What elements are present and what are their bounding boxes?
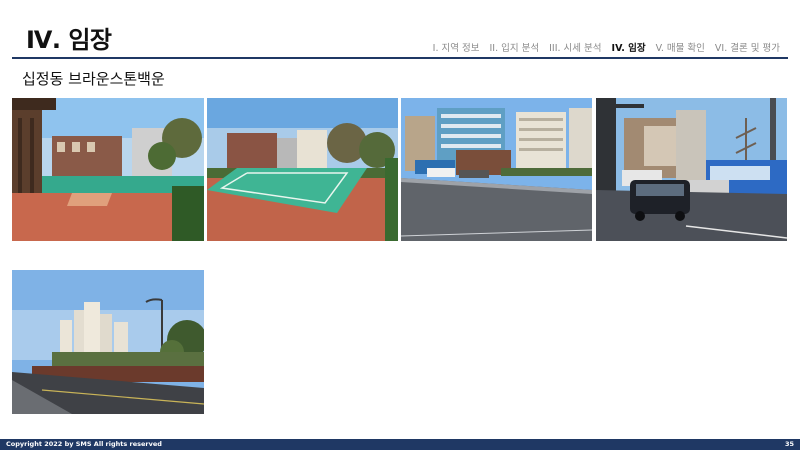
nav-item-listing-check[interactable]: V. 매물 확인: [656, 40, 705, 54]
footer-bar: Copyright 2022 by SMS All rights reserve…: [0, 439, 800, 450]
photo-street-buildings: [401, 98, 592, 241]
nav-item-conclusion[interactable]: VI. 결론 및 평가: [715, 40, 780, 54]
page-number: 35: [784, 440, 794, 448]
footer-copyright: Copyright 2022 by SMS All rights reserve…: [6, 440, 162, 448]
nav-item-region-info[interactable]: I. 지역 정보: [433, 40, 480, 54]
photo-road-traffic: [596, 98, 787, 241]
nav-item-price-analysis[interactable]: III. 시세 분석: [549, 40, 601, 54]
section-subtitle: 십정동 브라운스톤백운: [22, 70, 165, 88]
photo-apartment-road: [12, 270, 204, 414]
header-divider: [12, 57, 788, 59]
photo-sports-court: [207, 98, 398, 241]
section-nav: I. 지역 정보 II. 입지 분석 III. 시세 분석 IV. 임장 V. …: [433, 40, 780, 54]
nav-item-location-analysis[interactable]: II. 입지 분석: [489, 40, 539, 54]
page-title: Ⅳ. 임장: [26, 26, 112, 54]
photo-playground-court: [12, 98, 204, 241]
nav-item-site-visit[interactable]: IV. 임장: [612, 40, 646, 54]
